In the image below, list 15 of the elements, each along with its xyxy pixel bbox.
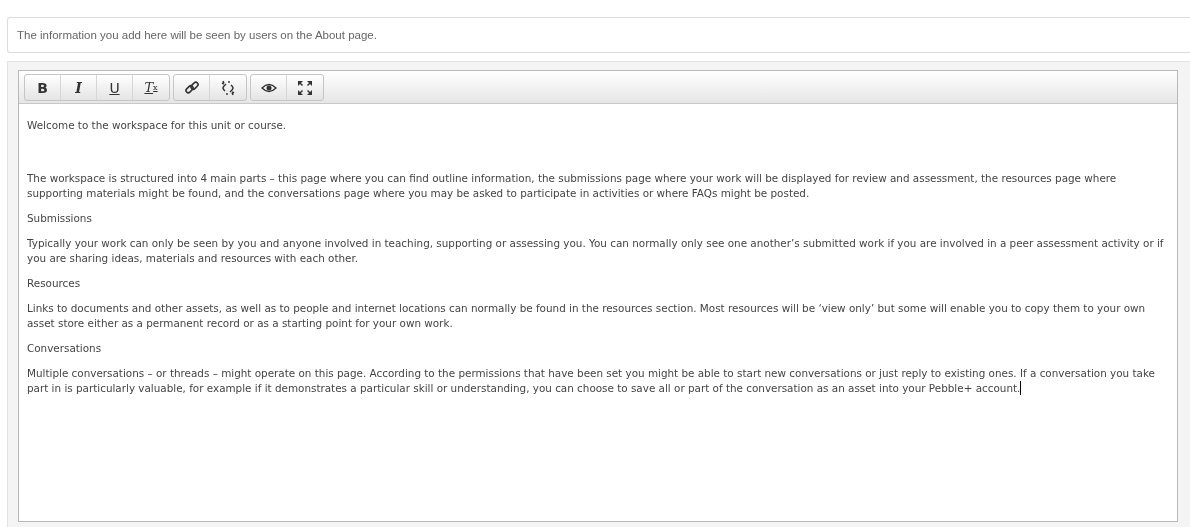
paragraph: Links to documents and other assets, as well as to people and internet locations can normally be found in the resources section. Most resources will be ‘view only’ but some will enable you to copy them to your own asset store either as a permanent record or as a starting point for your own work. [27, 301, 1147, 331]
paragraph: Submissions [27, 211, 93, 226]
paragraph: Typically your work can only be seen by you and anyone involved in teaching, supporting or assessing you. You can normally only see one another’s submitted work if you are involved in a peer assessment activity or if you are sharing ideas, materials and resources with each other. [27, 236, 1165, 266]
italic-button[interactable]: I [61, 75, 97, 100]
info-text: The information you add here will be seen by users on the About page. [7, 17, 1190, 53]
expand-icon [297, 79, 313, 96]
link-icon [183, 79, 200, 96]
paragraph: Resources [27, 276, 82, 291]
bold-button[interactable]: B [25, 75, 61, 100]
paragraph: Multiple conversations – or threads – might operate on this page. According to the permissions that have been set you might be able to start new conversations or just reply to existing ones. If a conversation you take part in is particularly valuable, for example if it demonstrates a particular skill or understanding, you can choose to save all or part of the conversation as an asset into your Pebble+ account. [27, 366, 1156, 396]
broken-link-icon [220, 79, 236, 96]
paragraph: Welcome to the workspace for this unit or course. [27, 118, 288, 133]
paragraph: The workspace is structured into 4 main parts – this page where you can find outline information, the submissions page where your work will be displayed for review and assessment, the resources page where supporting materials might be found, and the conversations page where you may be asked to participate in activities or where FAQs might be posted. [27, 171, 1118, 201]
underline-button[interactable]: U [97, 75, 133, 100]
paragraph: Conversations [27, 341, 103, 356]
